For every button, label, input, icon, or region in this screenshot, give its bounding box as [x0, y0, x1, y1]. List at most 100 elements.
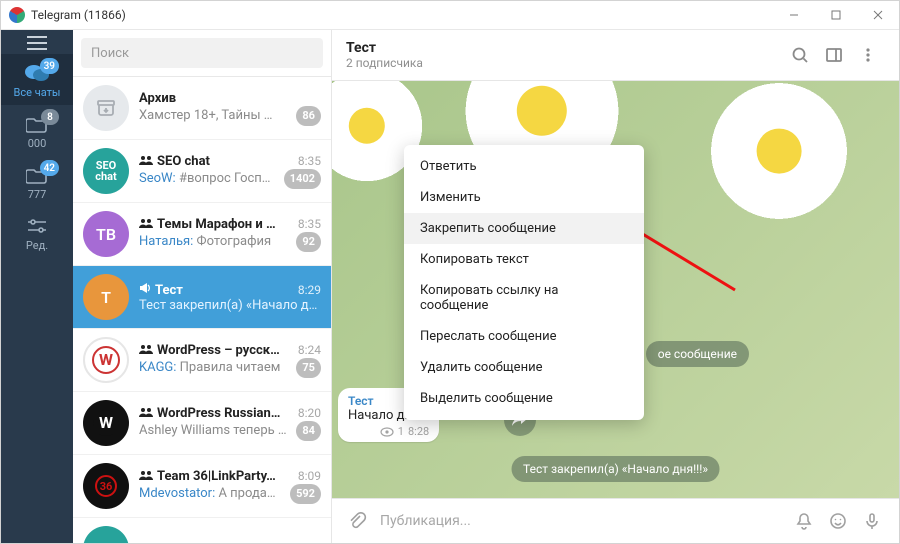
chat-item[interactable]: W WordPress – русск… 8:24 KAGG: Правила чит… [73, 329, 331, 392]
chat-time: 8:24 [298, 343, 321, 357]
chat-avatar: W [83, 337, 129, 383]
message-views: 1 [398, 425, 404, 438]
search-input[interactable]: Поиск [81, 38, 323, 68]
chat-title: SEO chat [139, 154, 292, 169]
maximize-button[interactable] [815, 1, 857, 29]
app-logo-icon [9, 7, 25, 23]
chat-title: Flat PM - вопросы … [139, 542, 321, 544]
chat-snippet: Ashley Williams теперь … [139, 423, 290, 438]
context-menu-item[interactable]: Удалить сообщение [404, 352, 644, 383]
rail-folder-777[interactable]: 42 777 [1, 156, 73, 207]
rail-edit-folders[interactable]: Ред. [1, 207, 73, 258]
search-in-chat-button[interactable] [783, 38, 817, 72]
chat-time: 8:35 [298, 217, 321, 231]
rail-badge: 42 [40, 160, 59, 176]
svg-text:W: W [99, 350, 113, 369]
rail-badge: 39 [40, 58, 59, 74]
chat-time: 8:35 [298, 154, 321, 168]
chat-title: Team 36|LinkParty… [139, 469, 292, 484]
service-message: Тест закрепил(а) «Начало дня!!!» [511, 456, 720, 482]
context-menu-item[interactable]: Переслать сообщение [404, 321, 644, 352]
rail-label: 777 [28, 188, 47, 201]
chat-time: 8:20 [298, 406, 321, 420]
chat-snippet: SeoW: #вопрос Госп… [139, 171, 278, 186]
titlebar: Telegram (11866) [1, 1, 899, 30]
context-menu-item[interactable]: Выделить сообщение [404, 383, 644, 414]
sidebar-toggle-button[interactable] [817, 38, 851, 72]
chat-time: 8:29 [298, 283, 321, 297]
chat-avatar: SEOchat [83, 148, 129, 194]
message-area[interactable]: ое сообщение ОтветитьИзменитьЗакрепить с… [332, 81, 899, 498]
chat-item[interactable]: 36Team 36|LinkParty…8:09Mdevostator: А п… [73, 455, 331, 518]
chat-title: Архив [139, 91, 321, 106]
archive-icon [83, 85, 129, 131]
folder-rail: 39 Все чаты 8 000 42 777 [1, 30, 73, 543]
menu-button[interactable] [1, 30, 73, 54]
unread-badge: 84 [296, 421, 321, 441]
composer-input[interactable]: Публикация... [372, 513, 787, 529]
more-menu-button[interactable] [851, 38, 885, 72]
main-area: 39 Все чаты 8 000 42 777 [1, 30, 899, 543]
chat-time: 8:09 [298, 469, 321, 483]
rail-label: 000 [28, 137, 47, 150]
rail-badge: 8 [41, 109, 59, 125]
message-time: 8:28 [408, 425, 429, 438]
close-button[interactable] [857, 1, 899, 29]
service-message-text: Тест закрепил(а) «Начало дня!!!» [523, 462, 708, 476]
rail-folder-000[interactable]: 8 000 [1, 105, 73, 156]
chat-item[interactable]: WWordPress Russian…8:20Ashley Williams т… [73, 392, 331, 455]
chat-avatar: 36 [83, 463, 129, 509]
unread-badge: 592 [290, 484, 321, 504]
chat-snippet: KAGG: Правила читаем [139, 360, 290, 375]
voice-button[interactable] [855, 504, 889, 538]
message-meta: 1 8:28 [348, 425, 429, 438]
unread-badge: 86 [296, 106, 321, 126]
unread-badge: 1402 [284, 169, 321, 189]
rail-all-chats[interactable]: 39 Все чаты [1, 54, 73, 105]
chat-snippet: Тест закрепил(а) «Начало д… [139, 298, 321, 313]
chat-list-column: Поиск Архив Хамстер 18+, Тайны … 86 SEOchat… [73, 30, 332, 543]
search-row: Поиск [73, 30, 331, 77]
chat-list[interactable]: Архив Хамстер 18+, Тайны … 86 SEOchat SEO ch… [73, 77, 331, 543]
eye-icon [380, 427, 394, 437]
conversation-subtitle: 2 подписчика [346, 56, 783, 70]
context-menu-item[interactable]: Копировать текст [404, 244, 644, 275]
chat-avatar: Т [83, 274, 129, 320]
chat-item[interactable]: Т Тест 8:29Тест закрепил(а) «Начало д… [73, 266, 331, 329]
minimize-button[interactable] [773, 1, 815, 29]
pinned-message-text: ое сообщение [658, 347, 737, 361]
rail-label: Ред. [26, 239, 48, 252]
chat-item[interactable]: Flat PM - вопросы … [73, 518, 331, 543]
chat-title: Тест [139, 282, 292, 298]
emoji-button[interactable] [821, 504, 855, 538]
chat-avatar: W [83, 400, 129, 446]
context-menu-item[interactable]: Изменить [404, 182, 644, 213]
unread-badge: 92 [296, 232, 321, 252]
conversation-titles[interactable]: Тест 2 подписчика [346, 40, 783, 70]
conversation-title: Тест [346, 40, 783, 56]
chat-item[interactable]: Архив Хамстер 18+, Тайны … 86 [73, 77, 331, 140]
context-menu-item[interactable]: Ответить [404, 151, 644, 182]
context-menu-item[interactable]: Закрепить сообщение [404, 213, 644, 244]
notifications-button[interactable] [787, 504, 821, 538]
chat-avatar [83, 526, 129, 543]
chat-title: WordPress – русск… [139, 343, 292, 358]
composer-placeholder: Публикация... [380, 513, 471, 529]
chat-snippet: Хамстер 18+, Тайны … [139, 108, 290, 123]
chat-snippet: Наталья: Фотография [139, 234, 290, 249]
app-window: Telegram (11866) 39 Все чаты 8 000 [0, 0, 900, 544]
rail-label: Все чаты [14, 86, 61, 99]
attach-button[interactable] [342, 506, 372, 536]
search-placeholder: Поиск [91, 46, 129, 61]
message-context-menu: ОтветитьИзменитьЗакрепить сообщениеКопир… [404, 145, 644, 420]
pinned-message-pill[interactable]: ое сообщение [646, 341, 749, 367]
conversation-pane: Тест 2 подписчика ое сообщение [332, 30, 899, 543]
composer: Публикация... [332, 498, 899, 543]
context-menu-item[interactable]: Копировать ссылку на сообщение [404, 275, 644, 321]
svg-text:W: W [99, 413, 113, 432]
sliders-icon [24, 215, 50, 237]
chat-avatar: ТВ [83, 211, 129, 257]
background-decoration [699, 81, 859, 231]
chat-item[interactable]: ТВТемы Марафон и …8:35Наталья: Фотографи… [73, 203, 331, 266]
chat-item[interactable]: SEOchat SEO chat 8:35 SeoW: #вопрос Госп… 14… [73, 140, 331, 203]
